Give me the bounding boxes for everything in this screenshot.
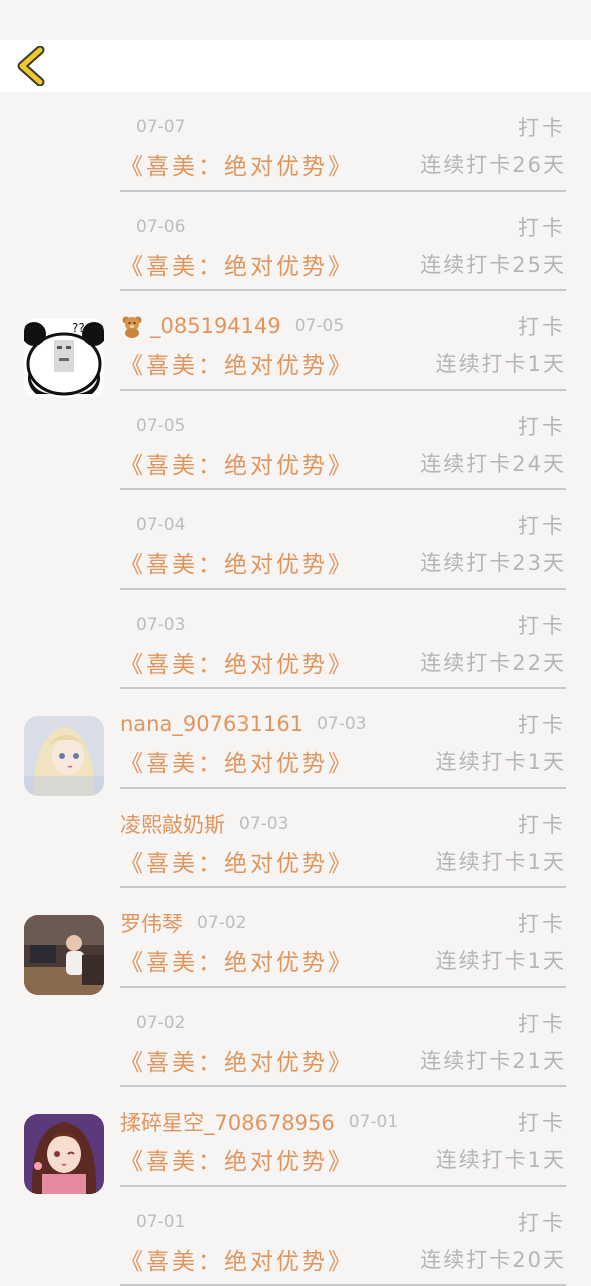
svg-text:??: ??	[72, 321, 85, 335]
checkin-label: 打卡	[518, 1207, 566, 1237]
book-title[interactable]: 《喜美：绝对优势》	[120, 1043, 354, 1077]
checkin-list[interactable]: 07-07 打卡 《喜美：绝对优势》 连续打卡26天 07-06 打卡 《喜美：…	[0, 92, 591, 1280]
list-item[interactable]: ?? _085194149 07-05 打卡 《喜美：绝对优势》 连续打卡1天	[0, 291, 591, 391]
checkin-label: 打卡	[518, 809, 566, 839]
avatar[interactable]	[24, 915, 104, 995]
avatar[interactable]: ??	[24, 318, 104, 398]
username-link[interactable]: nana_907631161	[120, 712, 303, 736]
date-label: 07-03	[239, 814, 288, 834]
list-item[interactable]: 07-05 打卡 《喜美：绝对优势》 连续打卡24天	[0, 391, 591, 491]
list-item[interactable]: 07-01 打卡 《喜美：绝对优势》 连续打卡20天	[0, 1187, 591, 1286]
username-link[interactable]: 罗伟琴	[120, 908, 183, 938]
checkin-label: 打卡	[518, 112, 566, 142]
back-button[interactable]	[14, 46, 48, 86]
streak-label: 连续打卡26天	[420, 149, 566, 179]
avatar[interactable]	[24, 1114, 104, 1194]
checkin-label: 打卡	[518, 212, 566, 242]
header-bar	[0, 40, 591, 92]
teddy-bear-icon	[120, 314, 144, 338]
book-title[interactable]: 《喜美：绝对优势》	[120, 545, 354, 579]
streak-label: 连续打卡20天	[420, 1244, 566, 1274]
list-item[interactable]: 07-02 打卡 《喜美：绝对优势》 连续打卡21天	[0, 988, 591, 1088]
chevron-left-icon	[16, 46, 46, 86]
anime-girl-avatar-icon	[24, 716, 104, 796]
book-title[interactable]: 《喜美：绝对优势》	[120, 645, 354, 679]
streak-label: 连续打卡1天	[436, 945, 566, 975]
book-title[interactable]: 《喜美：绝对优势》	[120, 446, 354, 480]
date-label: 07-02	[136, 1013, 185, 1033]
streak-label: 连续打卡24天	[420, 448, 566, 478]
date-label: 07-01	[136, 1212, 185, 1232]
streak-label: 连续打卡1天	[436, 1144, 566, 1174]
list-item[interactable]: 07-03 打卡 《喜美：绝对优势》 连续打卡22天	[0, 590, 591, 690]
list-item[interactable]: 07-06 打卡 《喜美：绝对优势》 连续打卡25天	[0, 192, 591, 292]
book-title[interactable]: 《喜美：绝对优势》	[120, 247, 354, 281]
checkin-label: 打卡	[518, 1107, 566, 1137]
date-label: 07-05	[295, 316, 344, 336]
date-label: 07-07	[136, 117, 185, 137]
list-item[interactable]: 凌熙敲奶斯 07-03 打卡 《喜美：绝对优势》 连续打卡1天	[0, 789, 591, 889]
book-title[interactable]: 《喜美：绝对优势》	[120, 943, 354, 977]
username-link[interactable]: 揉碎星空_708678956	[120, 1107, 335, 1137]
checkin-label: 打卡	[518, 510, 566, 540]
photo-avatar-icon	[24, 915, 104, 995]
checkin-label: 打卡	[518, 1008, 566, 1038]
streak-label: 连续打卡23天	[420, 547, 566, 577]
checkin-label: 打卡	[518, 908, 566, 938]
book-title[interactable]: 《喜美：绝对优势》	[120, 744, 354, 778]
streak-label: 连续打卡1天	[436, 348, 566, 378]
list-item[interactable]: 揉碎星空_708678956 07-01 打卡 《喜美：绝对优势》 连续打卡1天	[0, 1087, 591, 1187]
avatar[interactable]	[24, 716, 104, 796]
streak-label: 连续打卡22天	[420, 647, 566, 677]
username-link[interactable]: 凌熙敲奶斯	[120, 809, 225, 839]
streak-label: 连续打卡1天	[436, 746, 566, 776]
status-bar	[0, 0, 591, 38]
book-title[interactable]: 《喜美：绝对优势》	[120, 1242, 354, 1276]
checkin-label: 打卡	[518, 709, 566, 739]
date-label: 07-03	[317, 714, 366, 734]
list-item[interactable]: 罗伟琴 07-02 打卡 《喜美：绝对优势》 连续打卡1天	[0, 888, 591, 988]
checkin-label: 打卡	[518, 411, 566, 441]
panda-avatar-icon: ??	[24, 318, 104, 398]
book-title[interactable]: 《喜美：绝对优势》	[120, 844, 354, 878]
book-title[interactable]: 《喜美：绝对优势》	[120, 346, 354, 380]
date-label: 07-01	[349, 1112, 398, 1132]
username-link[interactable]: _085194149	[150, 314, 281, 338]
date-label: 07-03	[136, 615, 185, 635]
list-item[interactable]: 07-04 打卡 《喜美：绝对优势》 连续打卡23天	[0, 490, 591, 590]
checkin-label: 打卡	[518, 610, 566, 640]
book-title[interactable]: 《喜美：绝对优势》	[120, 1142, 354, 1176]
date-label: 07-05	[136, 416, 185, 436]
anime-girl-avatar-icon	[24, 1114, 104, 1194]
book-title[interactable]: 《喜美：绝对优势》	[120, 147, 354, 181]
date-label: 07-06	[136, 217, 185, 237]
streak-label: 连续打卡25天	[420, 249, 566, 279]
streak-label: 连续打卡21天	[420, 1045, 566, 1075]
list-item[interactable]: 07-07 打卡 《喜美：绝对优势》 连续打卡26天	[0, 92, 591, 192]
streak-label: 连续打卡1天	[436, 846, 566, 876]
checkin-label: 打卡	[518, 311, 566, 341]
date-label: 07-04	[136, 515, 185, 535]
list-item[interactable]: nana_907631161 07-03 打卡 《喜美：绝对优势》 连续打卡1天	[0, 689, 591, 789]
date-label: 07-02	[197, 913, 246, 933]
